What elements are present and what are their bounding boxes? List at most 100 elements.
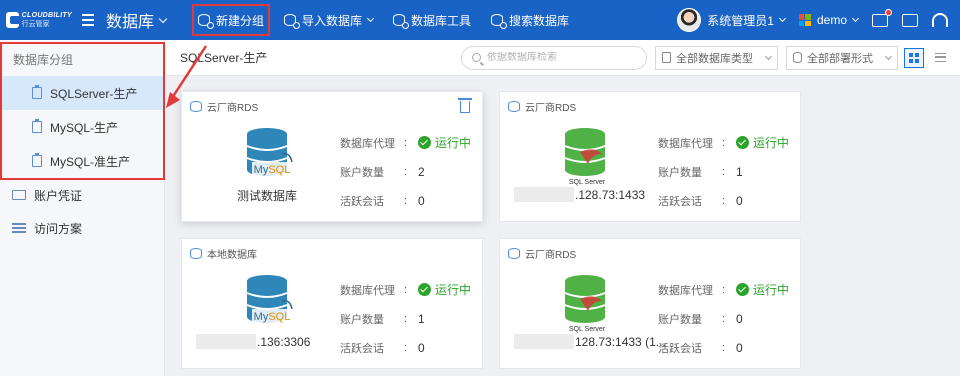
sqlserver-logo-icon: SQL Server <box>540 124 630 194</box>
database-add-icon <box>198 14 214 29</box>
tenant-icon <box>798 14 811 26</box>
database-source: 本地数据库 <box>207 250 257 261</box>
status-text: 运行中 <box>435 136 472 150</box>
mysql-logo-icon: MySQL <box>222 271 312 341</box>
colon: : <box>404 312 408 325</box>
grid-icon <box>909 52 919 63</box>
list-icon <box>934 53 946 62</box>
redacted-mask <box>514 187 574 202</box>
status-text: 运行中 <box>753 283 790 297</box>
database-group-panel: 数据库分组 SQLServer-生产 MySQL-生产 MySQL-准生产 <box>0 42 165 180</box>
sidebar-item-label: 账户凭证 <box>34 188 83 203</box>
redacted-mask <box>196 334 256 349</box>
import-database-button[interactable]: 导入数据库 <box>274 0 383 40</box>
list-view-button[interactable] <box>930 48 950 68</box>
deploy-mode-value: 全部部署形式 <box>807 52 873 65</box>
database-tools-icon <box>393 14 410 29</box>
clipboard-icon <box>32 153 42 167</box>
sidebar-item-mysql-preprod[interactable]: MySQL-准生产 <box>2 144 163 178</box>
sidebar-item-mysql-prod[interactable]: MySQL-生产 <box>2 110 163 144</box>
database-address: .136:3306 <box>196 334 356 349</box>
svg-text:SQL Server: SQL Server <box>569 179 606 186</box>
notification-dot <box>885 8 892 16</box>
new-group-label: 新建分组 <box>216 13 265 28</box>
brand-logo[interactable]: CLOUDBILITY 行云管家 <box>0 0 72 40</box>
accounts-label: 账户数量 <box>340 313 384 326</box>
import-database-label: 导入数据库 <box>302 13 363 28</box>
user-name: 系统管理员1 <box>707 13 774 28</box>
sidebar-item-credentials[interactable]: 账户凭证 <box>0 180 165 210</box>
address-text: .128.73:1433 <box>575 187 646 202</box>
status-badge: 运行中 <box>418 134 471 151</box>
database-card[interactable]: 云厂商RDS SQL Server 数据库代理: 运行中 账户数量:1 活跃会话… <box>499 91 801 222</box>
database-tools-button[interactable]: 数据库工具 <box>383 0 481 40</box>
database-source-icon <box>190 101 202 112</box>
chevron-down-icon <box>764 52 773 60</box>
address-text: 128.73:1433 (1... <box>575 334 666 349</box>
search-box[interactable] <box>461 45 647 70</box>
colon: : <box>404 341 408 354</box>
colon: : <box>722 136 726 149</box>
access-plan-icon <box>12 223 26 233</box>
module-switcher[interactable]: 数据库 <box>106 8 176 32</box>
user-menu[interactable]: 系统管理员1 <box>677 8 787 32</box>
top-menu: 新建分组 导入数据库 数据库工具 搜索数据库 <box>188 0 579 40</box>
accounts-count: 1 <box>736 164 743 179</box>
mail-icon[interactable] <box>872 8 892 27</box>
sessions-count: 0 <box>736 193 743 208</box>
redacted-mask <box>514 334 574 349</box>
delete-trash-icon[interactable] <box>458 98 472 113</box>
search-input[interactable] <box>487 52 637 63</box>
chevron-down-icon <box>851 14 860 23</box>
search-icon <box>472 53 481 62</box>
svg-text:MySQL: MySQL <box>254 311 291 323</box>
check-circle-icon <box>736 283 749 296</box>
deploy-mode-select[interactable]: 全部部署形式 <box>786 45 898 70</box>
sessions-count: 0 <box>418 340 425 355</box>
proxy-label: 数据库代理 <box>658 284 713 297</box>
database-source: 云厂商RDS <box>207 103 259 114</box>
tenant-switcher[interactable]: demo <box>798 13 860 27</box>
top-navbar: CLOUDBILITY 行云管家 数据库 新建分组 导入数据库 数据库工具 搜索… <box>0 0 960 40</box>
status-badge: 运行中 <box>736 281 789 298</box>
colon: : <box>404 194 408 207</box>
task-check-icon[interactable] <box>902 13 918 27</box>
database-card[interactable]: 云厂商RDS MySQL 数据库代理: 运行中 账户数量:2 活跃会话:0 测试… <box>181 91 483 222</box>
accounts-label: 账户数量 <box>658 166 702 179</box>
colon: : <box>722 283 726 296</box>
sidebar-item-label: MySQL-准生产 <box>50 154 131 169</box>
chevron-down-icon <box>158 14 168 23</box>
sidebar-item-sqlserver-prod[interactable]: SQLServer-生产 <box>2 76 163 110</box>
svg-text:SQL Server: SQL Server <box>569 326 606 333</box>
search-database-label: 搜索数据库 <box>509 13 570 28</box>
module-label: 数据库 <box>106 14 155 31</box>
database-source-icon <box>508 248 520 259</box>
sidebar: 数据库分组 SQLServer-生产 MySQL-生产 MySQL-准生产 账户… <box>0 40 165 376</box>
chevron-down-icon <box>778 14 787 23</box>
cloud-logo-icon <box>6 12 20 28</box>
headset-support-icon[interactable] <box>932 13 948 27</box>
database-address: 128.73:1433 (1... <box>514 334 674 349</box>
colon: : <box>404 165 408 178</box>
grid-view-button[interactable] <box>904 47 924 68</box>
sqlserver-logo-icon: SQL Server <box>540 271 630 341</box>
database-import-icon <box>284 14 301 29</box>
database-card[interactable]: 本地数据库 MySQL 数据库代理: 运行中 账户数量:1 活跃会话:0 .13… <box>181 238 483 369</box>
search-database-button[interactable]: 搜索数据库 <box>481 0 579 40</box>
database-source-icon <box>508 101 520 112</box>
hamburger-menu-icon[interactable] <box>82 14 104 26</box>
status-badge: 运行中 <box>418 281 471 298</box>
avatar <box>677 8 702 32</box>
colon: : <box>722 312 726 325</box>
check-circle-icon <box>418 283 431 296</box>
colon: : <box>722 341 726 354</box>
database-card[interactable]: 云厂商RDS SQL Server 数据库代理: 运行中 账户数量:0 活跃会话… <box>499 238 801 369</box>
new-group-button[interactable]: 新建分组 <box>188 0 274 40</box>
database-type-select[interactable]: 全部数据库类型 <box>655 45 778 70</box>
database-source: 云厂商RDS <box>525 250 577 261</box>
sidebar-item-access-plan[interactable]: 访问方案 <box>0 213 165 243</box>
database-tools-label: 数据库工具 <box>411 13 472 28</box>
main-content: SQLServer-生产 全部数据库类型 全部部署形式 云厂商RDS MySQL <box>166 40 960 376</box>
database-name: 测试数据库 <box>236 189 297 203</box>
address-text: .136:3306 <box>257 334 311 349</box>
